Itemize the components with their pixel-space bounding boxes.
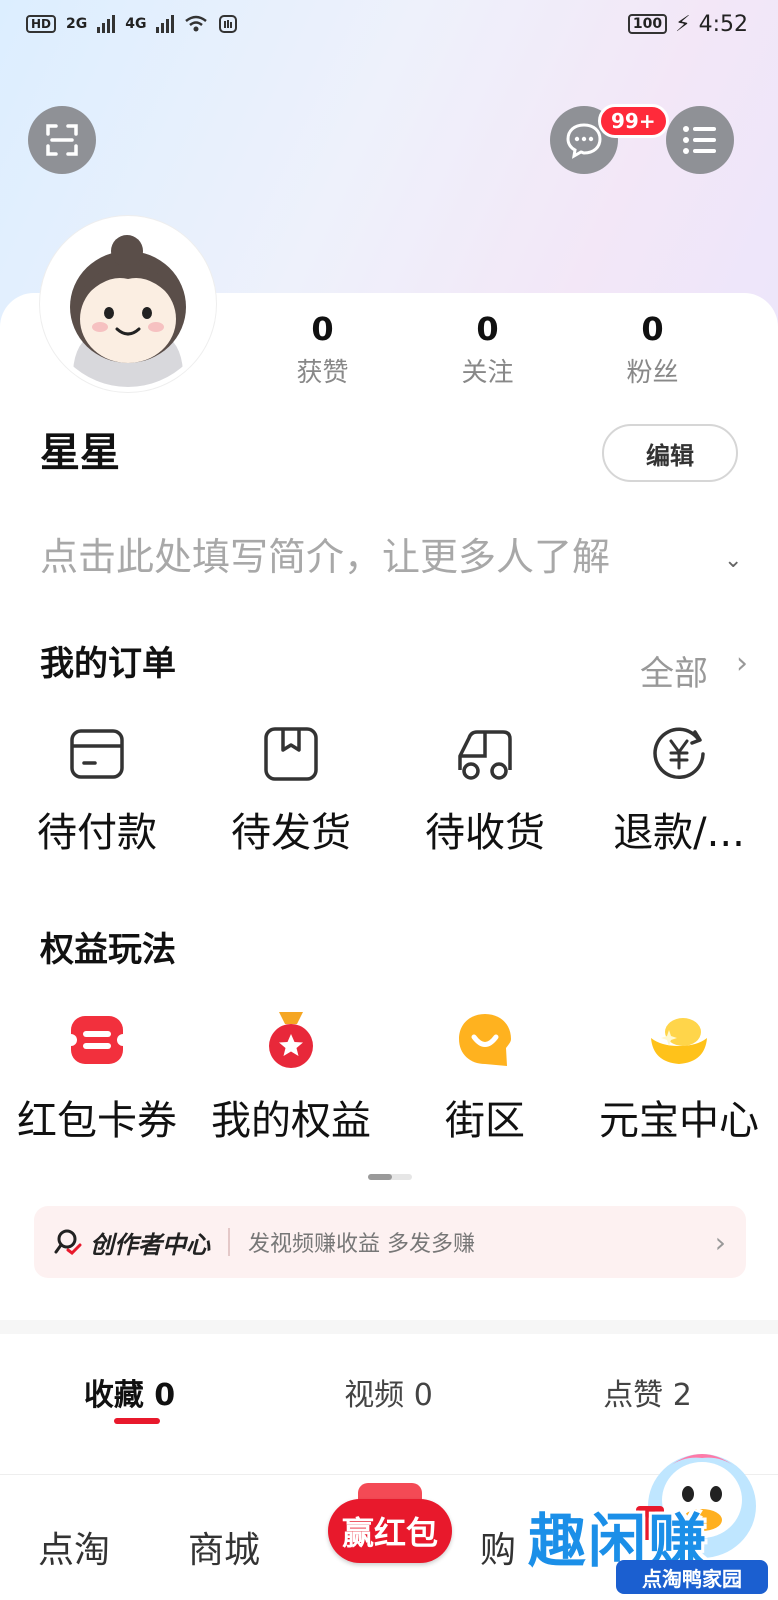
benefit-item-label: 我的权益 — [211, 1098, 371, 1144]
benefit-rights[interactable]: 我的权益 — [194, 1010, 388, 1146]
page-indicator — [368, 1174, 412, 1180]
coupon-icon — [67, 1016, 127, 1064]
stat-value: 0 — [641, 310, 664, 348]
orders-grid: 待付款 待发货 待收货 退款/... — [0, 726, 778, 858]
delivery-truck-icon — [458, 730, 512, 780]
network-2g-label: 2G — [66, 16, 88, 32]
username: 星星 — [40, 430, 120, 476]
stat-followers[interactable]: 0 粉丝 — [570, 310, 735, 389]
benefit-gold-center[interactable]: 元宝中心 — [582, 1010, 776, 1146]
stat-value: 0 — [476, 310, 499, 348]
order-refund[interactable]: 退款/... — [582, 726, 776, 858]
edit-profile-button[interactable]: 编辑 — [602, 424, 738, 482]
tab-likes[interactable]: 点赞 2 — [518, 1370, 777, 1414]
message-count-badge: 99+ — [598, 104, 669, 138]
chevron-down-icon[interactable]: ⌄ — [724, 548, 742, 573]
profile-stats: 0 获赞 0 关注 0 粉丝 — [240, 310, 760, 389]
stat-label: 粉丝 — [626, 358, 679, 388]
nav-diantao[interactable]: 点淘 — [38, 1521, 110, 1573]
benefits-grid: 红包卡券 我的权益 街区 元宝中心 — [0, 1010, 778, 1146]
medal-icon — [269, 1012, 313, 1068]
battery-icon: 100 — [627, 14, 668, 34]
smile-bubble-icon — [459, 1014, 511, 1066]
charging-icon: ⚡ — [675, 11, 691, 37]
creator-search-icon — [54, 1229, 82, 1255]
wifi-icon — [185, 15, 208, 32]
order-item-label: 退款/... — [613, 810, 745, 856]
avatar[interactable] — [40, 216, 216, 392]
menu-button[interactable] — [666, 106, 734, 174]
bio-placeholder[interactable]: 点击此处填写简介，让更多人了解 — [40, 526, 768, 581]
stat-following[interactable]: 0 关注 — [405, 310, 570, 389]
network-4g-label: 4G — [125, 16, 147, 32]
chat-icon — [566, 123, 602, 159]
gold-ingot-icon — [651, 1018, 707, 1064]
refund-icon — [653, 727, 705, 780]
clock: 4:52 — [698, 11, 748, 37]
order-item-label: 待发货 — [231, 810, 351, 856]
stat-value: 0 — [311, 310, 334, 348]
benefit-block[interactable]: 街区 — [388, 1010, 582, 1146]
hand-icon — [219, 15, 238, 33]
nav-cart[interactable]: 购 — [480, 1521, 516, 1573]
chevron-right-icon[interactable]: › — [736, 646, 748, 681]
benefit-coupons[interactable]: 红包卡券 — [0, 1010, 194, 1146]
tab-videos[interactable]: 视频 0 — [259, 1370, 518, 1414]
stat-label: 获赞 — [296, 358, 349, 388]
hd-indicator: HD — [26, 15, 57, 33]
order-pending-shipment[interactable]: 待发货 — [194, 726, 388, 858]
stat-likes[interactable]: 0 获赞 — [240, 310, 405, 389]
tab-favorites[interactable]: 收藏 0 — [0, 1370, 259, 1414]
content-tabs: 收藏 0 视频 0 点赞 2 — [0, 1370, 778, 1414]
signal-icon — [156, 15, 175, 33]
orders-see-all-link[interactable]: 全部 — [640, 646, 708, 695]
order-item-label: 待付款 — [37, 810, 157, 856]
chevron-right-icon: › — [714, 1225, 726, 1259]
stat-label: 关注 — [461, 358, 514, 388]
status-bar: HD 2G 4G 100 ⚡ 4:52 — [0, 0, 778, 48]
avatar-image — [45, 221, 211, 387]
benefits-title: 权益玩法 — [40, 930, 176, 970]
scan-button[interactable] — [28, 106, 96, 174]
wallet-icon — [70, 729, 124, 779]
benefit-item-label: 街区 — [445, 1098, 525, 1144]
divider — [228, 1228, 230, 1256]
signal-icon — [97, 15, 116, 33]
creator-center-desc: 发视频赚收益 多发多赚 — [248, 1232, 475, 1257]
order-item-label: 待收货 — [425, 810, 545, 856]
scan-icon — [46, 124, 78, 156]
active-tab-indicator — [114, 1418, 160, 1424]
benefit-item-label: 元宝中心 — [599, 1098, 759, 1144]
menu-icon — [683, 126, 716, 154]
orders-title: 我的订单 — [40, 644, 176, 684]
section-divider — [0, 1320, 778, 1334]
creator-center-banner[interactable]: 创作者中心 发视频赚收益 多发多赚 › — [34, 1206, 746, 1278]
promo-subtitle[interactable]: 点淘鸭家园 — [616, 1560, 768, 1594]
order-pending-payment[interactable]: 待付款 — [0, 726, 194, 858]
benefit-item-label: 红包卡券 — [17, 1098, 177, 1144]
creator-center-label: 创作者中心 — [90, 1230, 210, 1259]
nav-mall[interactable]: 商城 — [188, 1521, 260, 1573]
package-icon — [264, 727, 318, 781]
win-red-packet-button[interactable]: 赢红包 — [328, 1499, 452, 1563]
order-pending-receipt[interactable]: 待收货 — [388, 726, 582, 858]
